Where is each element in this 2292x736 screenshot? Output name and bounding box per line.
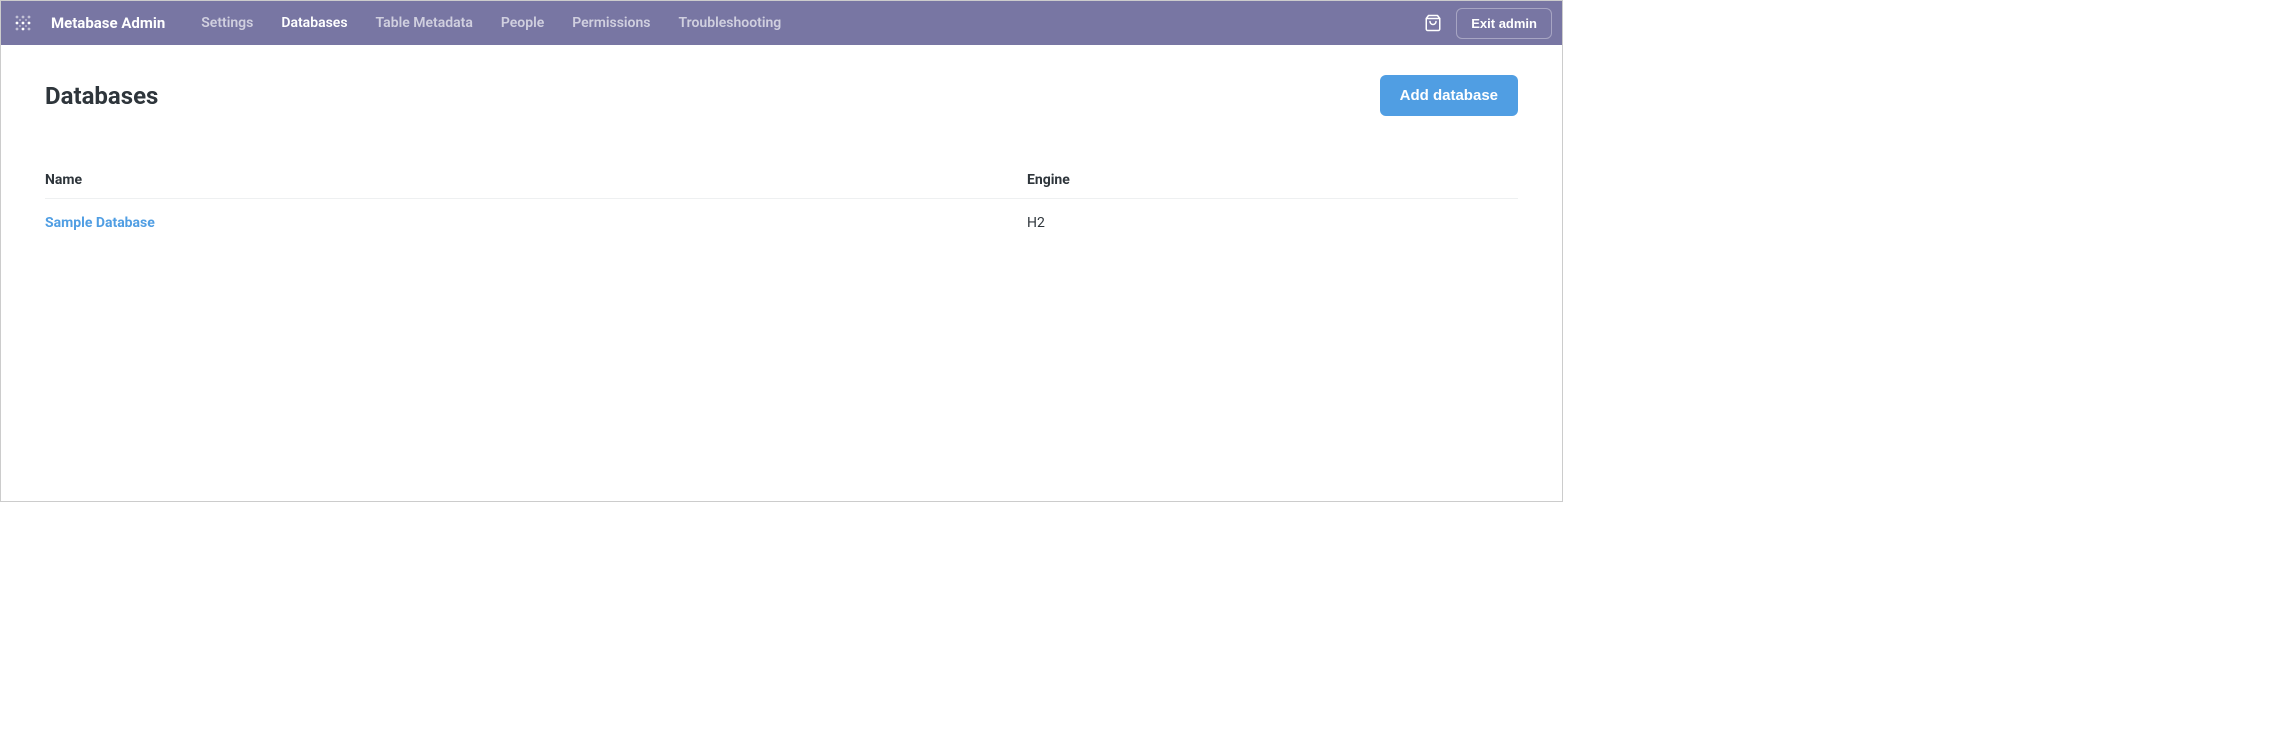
exit-admin-button[interactable]: Exit admin <box>1456 8 1552 39</box>
nav-table-metadata[interactable]: Table Metadata <box>376 15 473 31</box>
page-header-row: Databases Add database <box>45 75 1518 116</box>
metabase-logo-icon <box>13 13 33 33</box>
nav-people[interactable]: People <box>501 15 544 31</box>
page-title: Databases <box>45 82 158 110</box>
admin-topbar: Metabase Admin Settings Databases Table … <box>1 1 1562 45</box>
col-name-header: Name <box>45 172 1027 188</box>
page-content: Databases Add database Name Engine Sampl… <box>1 45 1562 277</box>
table-row: Sample Database H2 <box>45 199 1518 247</box>
topbar-right: Exit admin <box>1424 8 1552 39</box>
databases-table: Name Engine Sample Database H2 <box>45 162 1518 247</box>
nav-permissions[interactable]: Permissions <box>572 15 650 31</box>
table-header-row: Name Engine <box>45 162 1518 199</box>
add-database-button[interactable]: Add database <box>1380 75 1518 116</box>
nav-troubleshooting[interactable]: Troubleshooting <box>679 15 782 31</box>
app-title: Metabase Admin <box>51 14 165 32</box>
database-engine: H2 <box>1027 215 1518 231</box>
col-engine-header: Engine <box>1027 172 1518 188</box>
shopping-bag-icon[interactable] <box>1424 14 1442 32</box>
database-name-link[interactable]: Sample Database <box>45 215 1027 231</box>
nav-settings[interactable]: Settings <box>201 15 253 31</box>
admin-nav: Settings Databases Table Metadata People… <box>201 15 1416 31</box>
nav-databases[interactable]: Databases <box>281 15 347 31</box>
